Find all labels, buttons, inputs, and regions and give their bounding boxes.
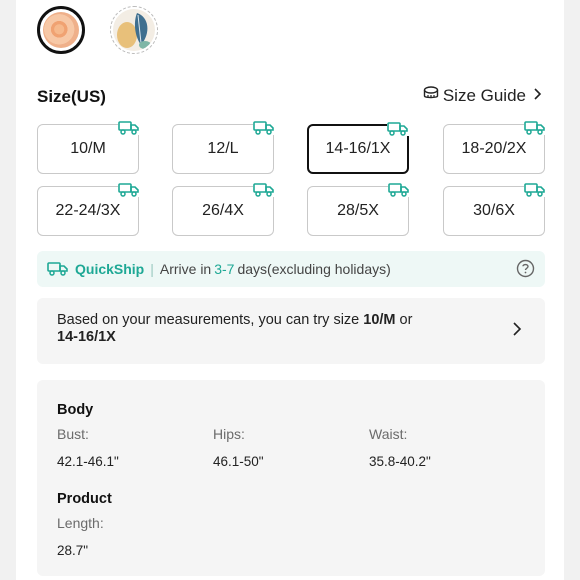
size-option[interactable]: 30/6X	[443, 181, 546, 236]
quickship-truck-icon	[253, 119, 275, 135]
body-heading: Body	[57, 402, 94, 418]
reco-text: Based on your measurements, you can try …	[57, 312, 360, 328]
size-guide-label: Size Guide	[442, 85, 526, 105]
size-label: 12/L	[207, 140, 239, 157]
size-label: 22-24/3X	[55, 202, 121, 219]
reco-size-b: 14-16/1X	[57, 329, 116, 345]
waist-value: 35.8-40.2"	[369, 454, 431, 469]
length-value: 28.7"	[57, 543, 89, 558]
size-recommendation[interactable]: Based on your measurements, you can try …	[37, 298, 545, 364]
size-option-selected[interactable]: 14-16/1X	[307, 120, 409, 174]
arrive-days: 3-7	[214, 261, 235, 277]
size-label: 18-20/2X	[461, 140, 527, 157]
arrive-note: days(excluding holidays)	[237, 261, 391, 277]
quickship-truck-icon	[524, 119, 546, 135]
size-option[interactable]: 26/4X	[172, 181, 275, 236]
size-option[interactable]: 22-24/3X	[37, 181, 140, 236]
size-label: 14-16/1X	[325, 140, 391, 157]
size-label: 30/6X	[473, 202, 515, 219]
color-swatch-orange[interactable]	[37, 6, 85, 54]
quickship-truck-icon	[118, 181, 140, 197]
size-label: 10/M	[70, 140, 106, 157]
size-label: 26/4X	[202, 202, 244, 219]
size-option[interactable]: 18-20/2X	[443, 119, 546, 174]
chevron-right-icon	[530, 86, 544, 106]
measurements-panel: Body Bust: 42.1-46.1" Hips: 46.1-50" Wai…	[37, 380, 545, 576]
quickship-truck-icon	[388, 181, 410, 197]
reco-or: or	[399, 312, 413, 328]
size-section-title: Size(US)	[37, 87, 106, 106]
color-swatch-leaf[interactable]	[110, 6, 158, 54]
size-option[interactable]: 12/L	[172, 119, 275, 174]
chevron-right-icon	[511, 322, 523, 341]
ruler-icon	[423, 85, 439, 106]
size-guide-link[interactable]: Size Guide	[423, 85, 544, 106]
hips-label: Hips:	[213, 426, 245, 442]
quickship-truck-icon	[524, 181, 546, 197]
quickship-truck-icon	[118, 119, 140, 135]
waist-label: Waist:	[369, 426, 408, 442]
bust-value: 42.1-46.1"	[57, 454, 119, 469]
swatch-image	[113, 9, 155, 51]
arrive-text: Arrive in	[159, 261, 212, 277]
size-label: 28/5X	[337, 202, 379, 219]
quickship-banner: QuickShip | Arrive in 3-7 days(excluding…	[37, 251, 545, 287]
reco-size-a: 10/M	[363, 312, 396, 328]
swatch-image	[43, 12, 79, 48]
help-icon[interactable]	[516, 259, 535, 281]
size-option[interactable]: 28/5X	[307, 181, 410, 236]
bust-label: Bust:	[57, 426, 89, 442]
quickship-label: QuickShip	[75, 261, 145, 277]
quickship-truck-icon	[387, 120, 409, 136]
quickship-truck-icon	[253, 181, 275, 197]
length-label: Length:	[57, 515, 104, 531]
truck-icon	[47, 260, 69, 279]
separator: |	[150, 261, 154, 277]
hips-value: 46.1-50"	[213, 454, 264, 469]
size-option[interactable]: 10/M	[37, 119, 140, 174]
product-heading: Product	[57, 491, 112, 507]
